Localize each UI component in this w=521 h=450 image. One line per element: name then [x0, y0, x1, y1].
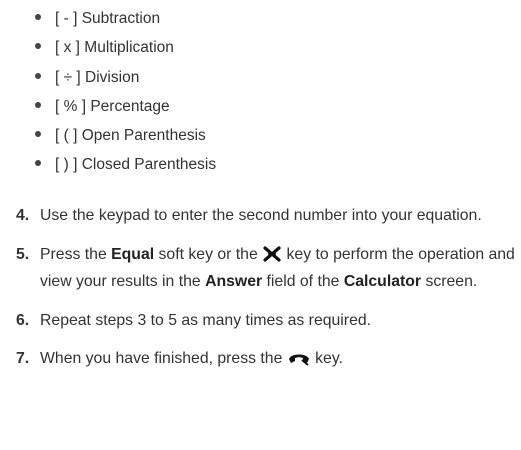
end-call-key-icon	[287, 350, 311, 375]
step-list: 4. Use the keypad to enter the second nu…	[0, 204, 521, 389]
list-item: [ - ] Subtraction	[35, 4, 216, 33]
answer-field-label: Answer	[205, 273, 263, 290]
operator-list: [ - ] Subtraction [ x ] Multiplication […	[35, 4, 216, 180]
operator-label: Closed Parenthesis	[81, 156, 217, 174]
operator-symbol: [ ÷ ]	[55, 68, 81, 86]
step-text-part: soft key or the	[154, 245, 263, 263]
operator-label: Subtraction	[81, 10, 161, 27]
step-text-part: screen.	[421, 273, 478, 290]
calculator-screen-label: Calculator	[343, 273, 422, 290]
step-text: Repeat steps 3 to 5 as many times as req…	[40, 311, 372, 329]
operator-label: Open Parenthesis	[81, 127, 206, 145]
step-number: 7.	[16, 350, 30, 367]
step-number: 5.	[16, 245, 30, 263]
operator-label: Division	[85, 68, 140, 86]
step-number: 6.	[16, 311, 30, 329]
list-item: [ % ] Percentage	[35, 92, 216, 121]
step-text-part: Press the	[40, 245, 112, 263]
operator-symbol: [ ) ]	[55, 156, 78, 174]
step-text-part: When you have finished, press the	[40, 350, 287, 367]
bullet-icon	[35, 72, 41, 79]
list-item: [ ( ] Open Parenthesis	[35, 121, 216, 150]
bullet-icon	[35, 43, 41, 50]
operator-symbol: [ % ]	[55, 97, 87, 115]
operator-symbol: [ x ]	[55, 39, 80, 57]
operator-symbol: [ - ]	[55, 10, 78, 27]
equal-softkey-label: Equal	[111, 245, 155, 263]
step-7: 7. When you have finished, press the key…	[0, 347, 521, 375]
bullet-icon	[35, 160, 41, 167]
step-6: 6. Repeat steps 3 to 5 as many times as …	[0, 309, 521, 334]
bullet-icon	[35, 131, 41, 138]
operator-label: Multiplication	[84, 39, 174, 57]
operator-label: Percentage	[90, 97, 170, 115]
step-text-part: field of the	[262, 273, 344, 290]
operator-symbol: [ ( ]	[55, 127, 78, 145]
step-number: 4.	[16, 207, 30, 224]
x-key-icon	[262, 245, 282, 271]
step-text-part: key.	[310, 350, 343, 367]
step-5: 5. Press the Equal soft key or the key t…	[0, 243, 521, 295]
list-item: [ x ] Multiplication	[35, 33, 216, 62]
step-text: Use the keypad to enter the second numbe…	[40, 207, 482, 224]
bullet-icon	[35, 13, 41, 20]
list-item: [ ) ] Closed Parenthesis	[35, 150, 216, 179]
bullet-icon	[35, 101, 41, 108]
list-item: [ ÷ ] Division	[35, 63, 216, 92]
manual-page: [ - ] Subtraction [ x ] Multiplication […	[0, 0, 521, 450]
step-4: 4. Use the keypad to enter the second nu…	[0, 204, 521, 229]
